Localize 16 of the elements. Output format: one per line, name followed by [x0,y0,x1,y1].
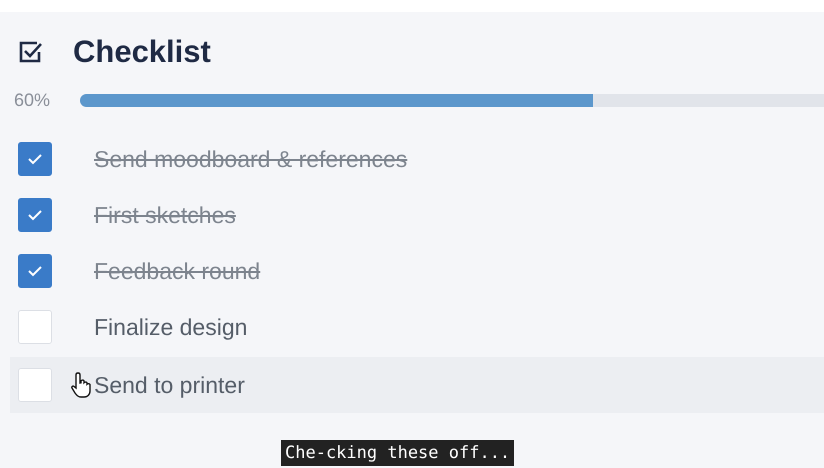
checkbox[interactable] [18,198,52,232]
check-icon [27,265,43,277]
item-label: Feedback round [94,258,260,284]
checklist-icon [17,39,43,65]
checkbox[interactable] [18,142,52,176]
item-label: Send to printer [94,372,245,398]
progress-percent: 60% [14,90,52,111]
item-label: First sketches [94,202,236,228]
hovered-row[interactable]: Send to printer [10,357,824,413]
video-caption: Che-cking these off... [281,440,514,466]
item-label: Finalize design [94,314,248,340]
item-label: Send moodboard & references [94,146,408,172]
check-icon [27,209,43,221]
checkbox[interactable] [18,254,52,288]
check-icon [27,153,43,165]
checklist-title: Checklist [73,34,211,70]
